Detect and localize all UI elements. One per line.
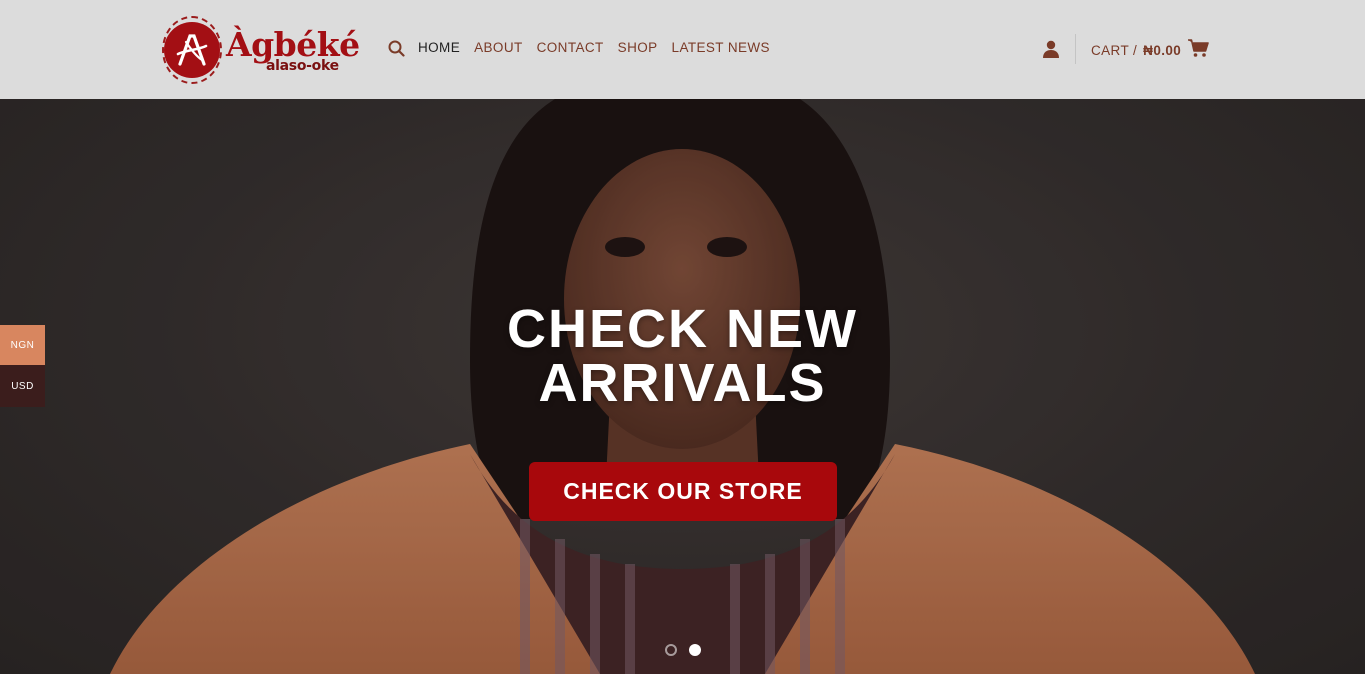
site-header: Àgbéké alaso-oke HOME ABOUT CONTACT SHOP… (0, 0, 1365, 99)
nav-item-shop[interactable]: SHOP (618, 40, 658, 55)
cart-amount: ₦0.00 (1143, 43, 1182, 58)
nav-item-home[interactable]: HOME (418, 40, 460, 55)
logo-subtitle: alaso-oke (266, 57, 339, 74)
currency-ngn-button[interactable]: NGN (0, 325, 45, 365)
cart-link[interactable]: CART / ₦0.00 (1091, 38, 1210, 63)
slider-dot-1[interactable] (665, 644, 677, 656)
hero-title-line-2: ARRIVALS (538, 353, 827, 413)
nav-item-about[interactable]: ABOUT (474, 40, 523, 55)
site-logo[interactable]: Àgbéké alaso-oke (162, 14, 360, 86)
nav-item-latest-news[interactable]: LATEST NEWS (672, 40, 770, 55)
logo-mark-icon (164, 22, 220, 78)
slider-dots (665, 644, 701, 656)
slider-dot-2[interactable] (689, 644, 701, 656)
hero-title: CHECK NEW ARRIVALS (0, 302, 1365, 410)
currency-usd-button[interactable]: USD (0, 365, 45, 407)
main-nav: HOME ABOUT CONTACT SHOP LATEST NEWS (418, 40, 770, 55)
logo-name: Àgbéké (226, 24, 360, 64)
check-our-store-button[interactable]: CHECK OUR STORE (529, 462, 837, 521)
cart-label: CART / (1091, 43, 1138, 58)
logo-badge (162, 16, 222, 84)
hero-title-line-1: CHECK NEW (507, 299, 858, 359)
cart-icon (1187, 38, 1210, 63)
currency-switcher: NGN USD (0, 325, 45, 407)
search-icon[interactable] (386, 38, 406, 58)
nav-item-contact[interactable]: CONTACT (537, 40, 604, 55)
hero-slider: CHECK NEW ARRIVALS CHECK OUR STORE (0, 99, 1365, 674)
logo-text: Àgbéké alaso-oke (226, 28, 360, 73)
header-divider (1075, 34, 1076, 64)
user-icon[interactable] (1041, 39, 1061, 59)
